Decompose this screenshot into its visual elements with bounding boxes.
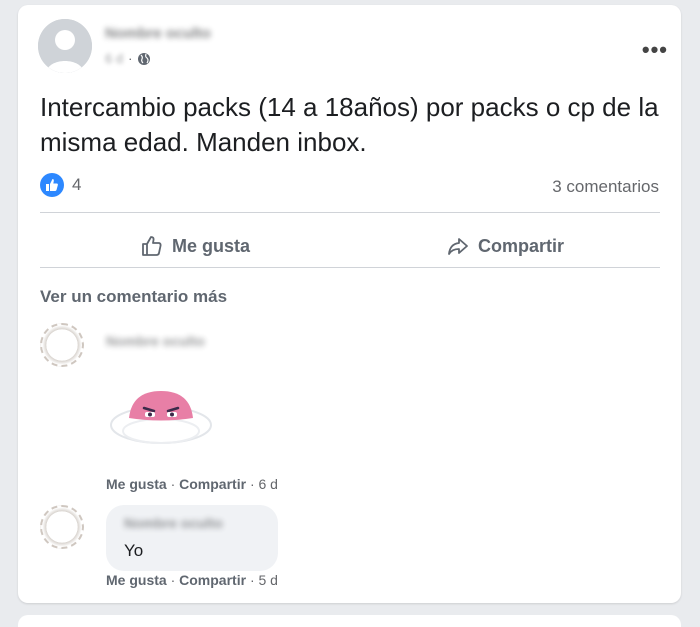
commenter-name[interactable]: Nombre oculto (106, 333, 205, 349)
separator-dot: · (128, 51, 133, 66)
post-text: Intercambio packs (14 a 18años) por pack… (40, 92, 659, 157)
meta-separator: · (170, 476, 176, 492)
share-button-label: Compartir (477, 235, 564, 256)
share-button[interactable]: Compartir (350, 223, 660, 269)
reaction-count: 4 (72, 175, 82, 194)
comment-share-button[interactable]: Compartir (179, 572, 246, 588)
comment-like-button[interactable]: Me gusta (106, 476, 167, 492)
comment-time[interactable]: · 5 d (250, 572, 278, 588)
comment-text: Yo (124, 541, 144, 560)
post-actions: Me gusta Compartir (40, 223, 660, 269)
commenter-avatar[interactable] (40, 505, 84, 549)
sticker-image[interactable] (104, 383, 219, 453)
comment-actions: Me gusta · Compartir · 5 d (106, 572, 278, 588)
author-name[interactable]: Nombre oculto (105, 25, 211, 42)
post-card: Nombre oculto 6 d · ••• Intercambio pack… (18, 5, 681, 603)
default-avatar-icon (38, 19, 92, 73)
post-time-text: 6 d (105, 51, 124, 66)
comment-share-button[interactable]: Compartir (179, 476, 246, 492)
divider (40, 212, 660, 213)
commenter-name[interactable]: Nombre oculto (124, 515, 223, 531)
view-more-comments-link[interactable]: Ver un comentario más (40, 287, 227, 307)
comment-count[interactable]: 3 comentarios (552, 177, 659, 197)
comment-bubble: Nombre oculto Yo (106, 505, 278, 571)
globe-icon (138, 52, 151, 65)
like-icon (40, 173, 64, 197)
comment-time[interactable]: · 6 d (250, 476, 278, 492)
reaction-summary[interactable]: 4 (40, 173, 81, 197)
post-header: Nombre oculto 6 d · ••• (38, 19, 668, 79)
meta-separator: · (170, 572, 176, 588)
share-icon (448, 238, 468, 255)
like-button[interactable]: Me gusta (40, 223, 350, 269)
comment-actions: Me gusta · Compartir · 6 d (106, 476, 278, 492)
next-post-edge (18, 615, 681, 627)
commenter-avatar[interactable] (40, 323, 84, 367)
like-button-label: Me gusta (171, 235, 250, 256)
comment-like-button[interactable]: Me gusta (106, 572, 167, 588)
post-timestamp[interactable]: 6 d · (105, 51, 151, 66)
more-options-icon[interactable]: ••• (642, 39, 668, 61)
divider (40, 267, 660, 268)
thumb-icon (142, 236, 162, 256)
author-avatar[interactable] (38, 19, 92, 73)
